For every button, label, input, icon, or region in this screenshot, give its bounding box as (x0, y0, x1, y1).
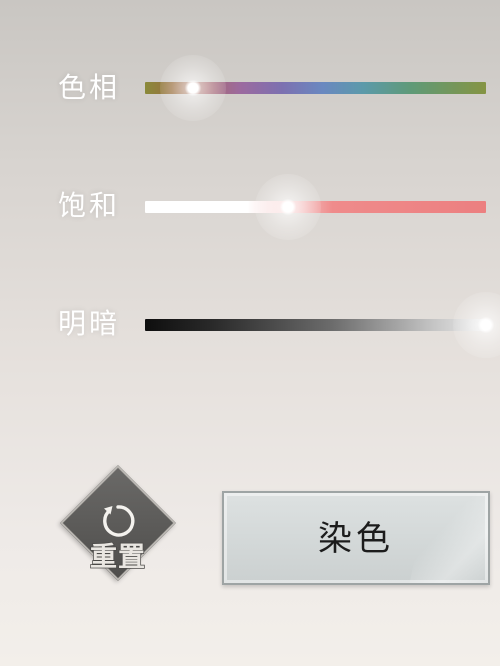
dye-panel: 色相 饱和 明暗 重置 染色 (0, 0, 500, 666)
saturation-slider-knob[interactable] (255, 174, 322, 240)
hue-label: 色相 (58, 71, 121, 104)
brightness-slider-track[interactable] (145, 319, 486, 331)
brightness-slider-knob[interactable] (453, 292, 500, 358)
reset-button[interactable]: 重置 (60, 465, 176, 581)
reset-label: 重置 (89, 541, 146, 574)
dye-button[interactable]: 染色 (222, 491, 490, 585)
dye-button-label: 染色 (318, 519, 394, 559)
saturation-label: 饱和 (58, 189, 121, 222)
rotate-ccw-icon (103, 505, 135, 537)
hue-slider-knob[interactable] (159, 55, 226, 121)
brightness-label: 明暗 (58, 307, 121, 340)
